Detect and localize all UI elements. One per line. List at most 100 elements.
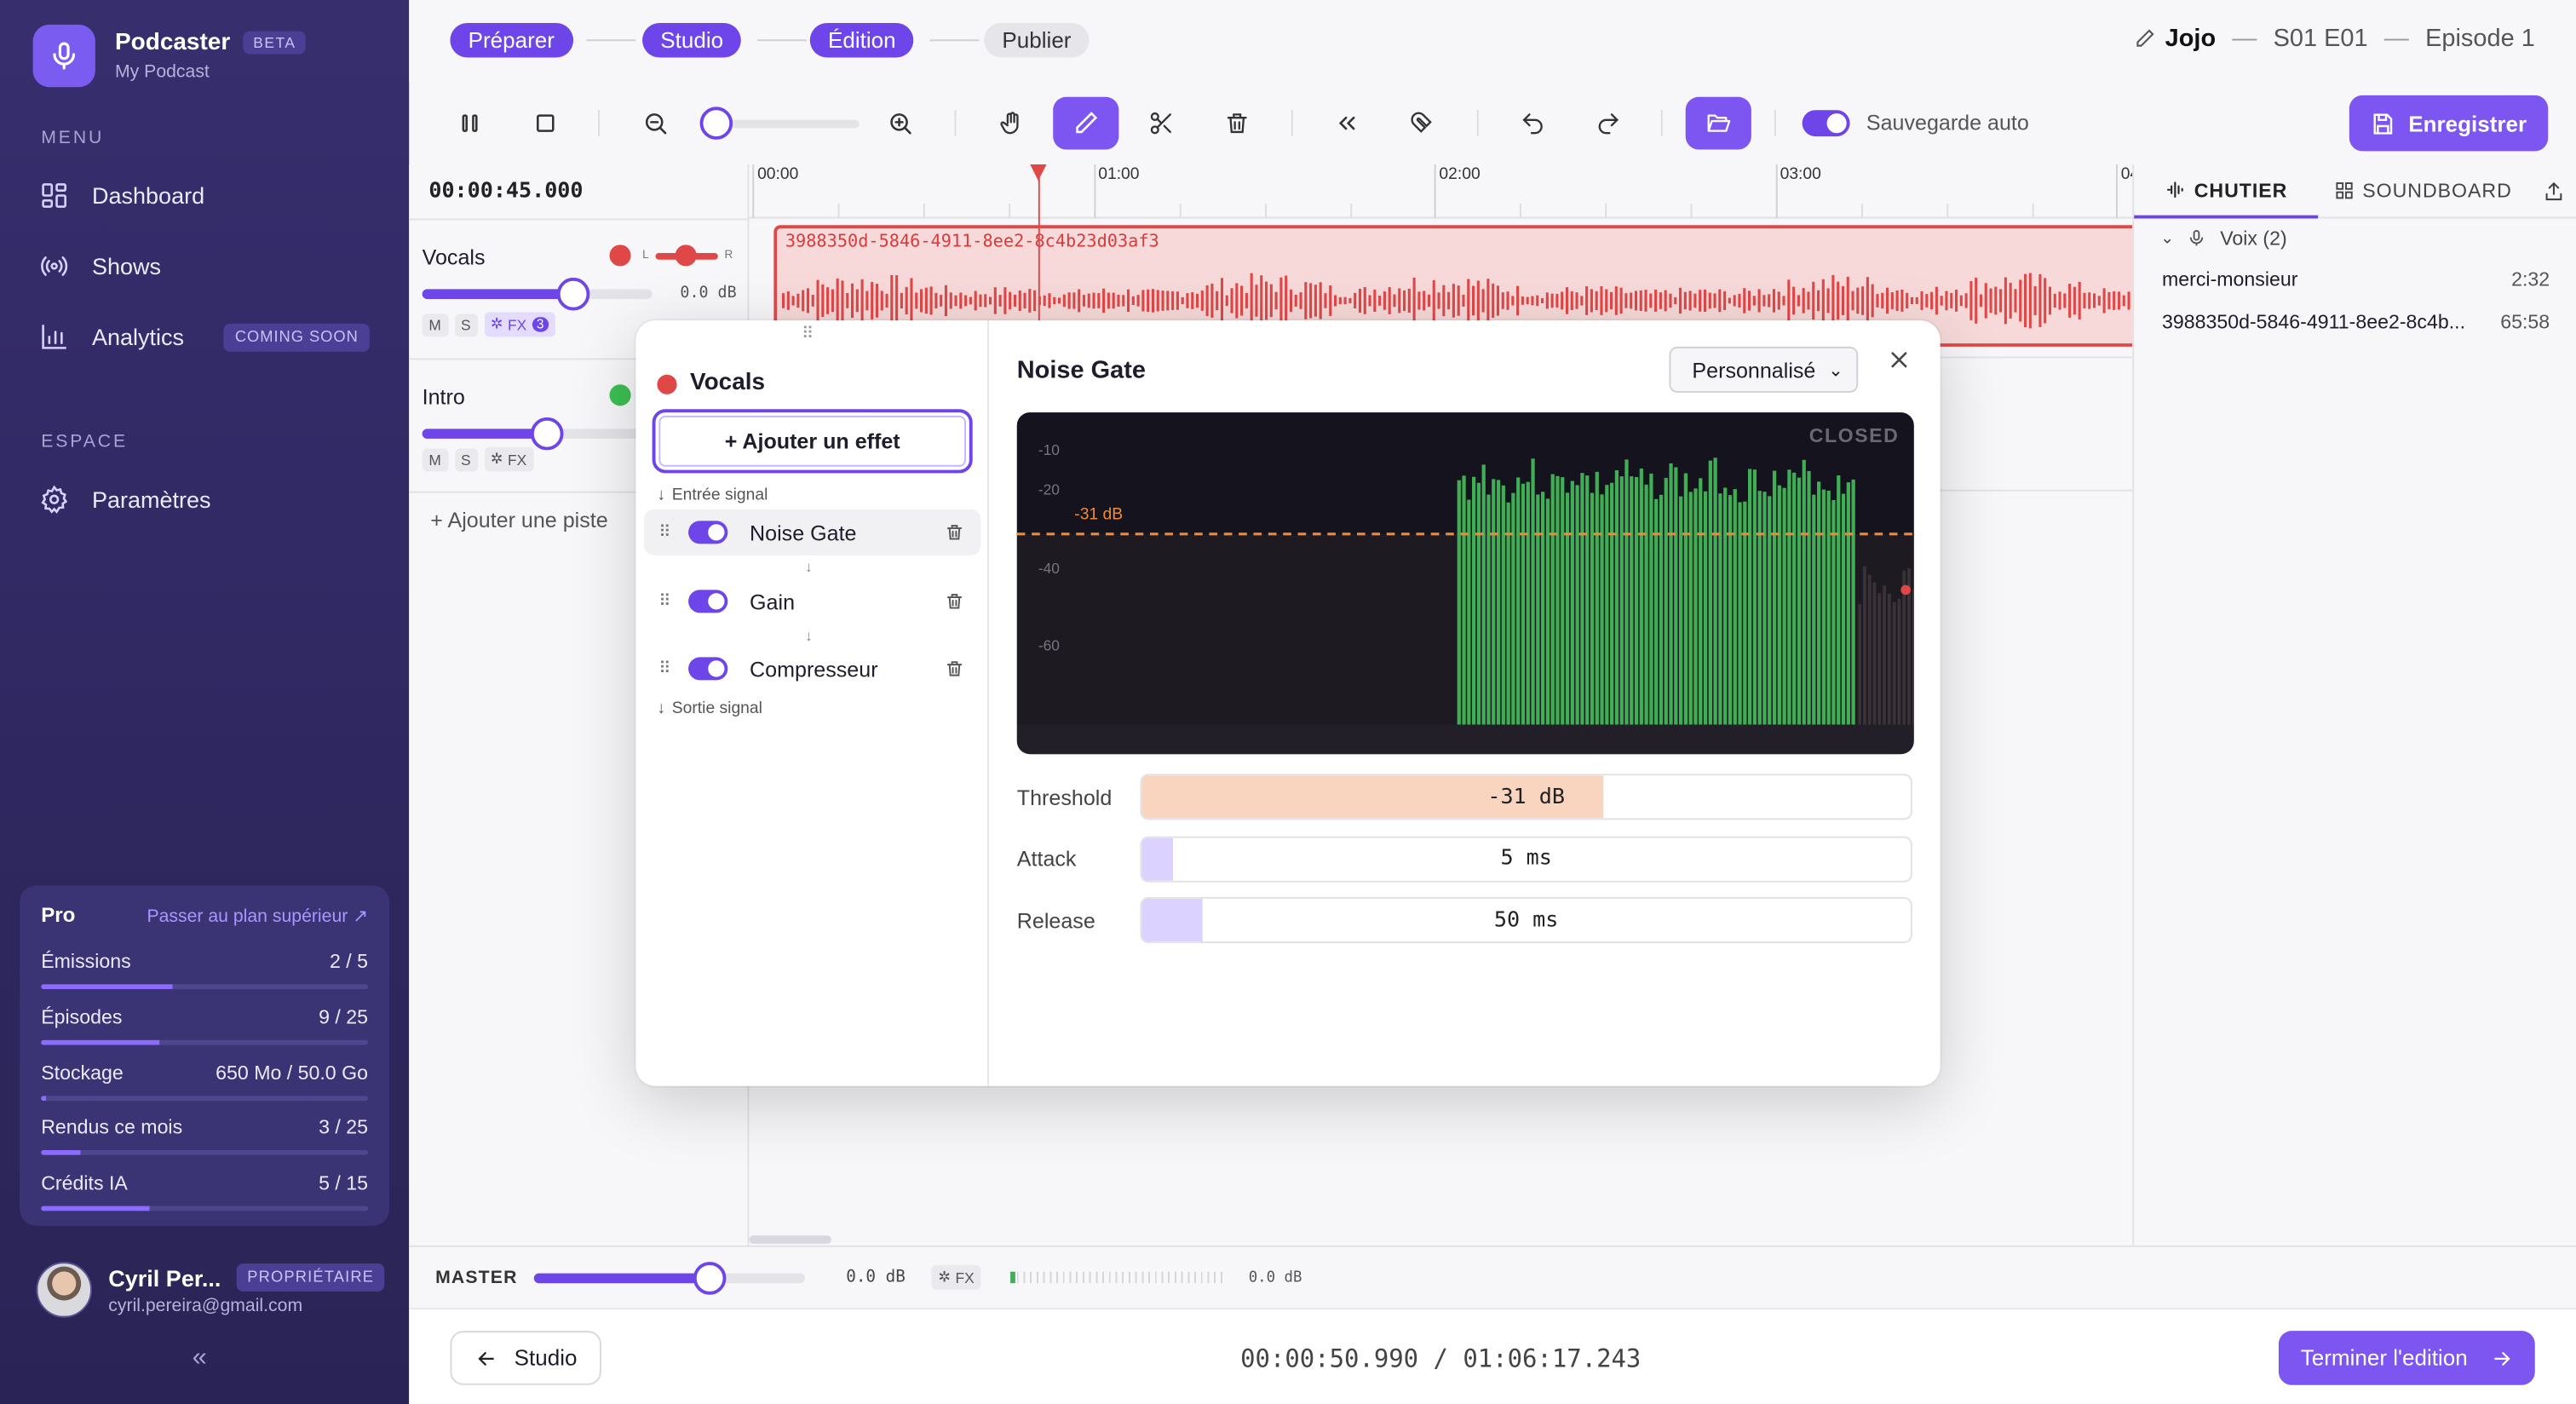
finish-editing-button[interactable]: Terminer l'edition — [2279, 1331, 2535, 1385]
waveform-bar — [1245, 292, 1248, 308]
drag-handle-icon[interactable]: ⠿ — [658, 523, 670, 541]
nav-shows[interactable]: Shows — [39, 251, 161, 281]
level-bar-open — [1540, 492, 1545, 725]
step-publier[interactable]: Publier — [984, 22, 1090, 58]
waveform-bar — [1457, 285, 1460, 316]
effect-gain[interactable]: ⠿ Gain — [644, 578, 980, 624]
hand-tool-button[interactable] — [987, 101, 1037, 147]
waveform-bar — [1407, 288, 1411, 313]
upload-button[interactable] — [2528, 164, 2576, 219]
upgrade-link[interactable]: Passer au plan supérieur ↗ — [147, 906, 368, 927]
pan-handle[interactable] — [675, 245, 697, 267]
cut-tool-button[interactable] — [1137, 101, 1187, 147]
volume-handle[interactable] — [556, 277, 590, 311]
effect-noise-gate[interactable]: ⠿ Noise Gate — [643, 509, 981, 555]
mute-button[interactable]: M — [422, 447, 448, 471]
avatar[interactable] — [36, 1262, 92, 1318]
level-bar-open — [1772, 470, 1777, 725]
save-button[interactable]: Enregistrer — [2349, 95, 2549, 152]
add-track-button[interactable]: + Ajouter une piste — [430, 508, 607, 532]
tab-chutier[interactable]: CHUTIER — [2134, 164, 2319, 219]
autosave-toggle[interactable] — [1802, 110, 1850, 137]
solo-button[interactable]: S — [454, 313, 478, 337]
fx-button[interactable]: ✲ FX 3 — [483, 312, 555, 337]
effect-toggle[interactable] — [688, 521, 728, 544]
trash-icon[interactable] — [945, 659, 964, 678]
collapse-sidebar-button[interactable]: « — [193, 1344, 207, 1374]
solo-button[interactable]: S — [454, 447, 478, 471]
waveform-bar — [781, 293, 785, 308]
delete-button[interactable] — [1212, 101, 1262, 147]
record-arm-button[interactable] — [609, 384, 631, 406]
playhead-handle[interactable] — [1030, 164, 1047, 181]
param-slider[interactable]: 50 ms — [1140, 896, 1912, 943]
drag-handle-icon[interactable]: ⠿ — [658, 659, 670, 677]
ruler-minor-tick — [1264, 204, 1266, 219]
pause-button[interactable] — [446, 101, 495, 147]
waveform-bar — [1136, 295, 1140, 307]
zoom-slider-handle[interactable] — [699, 106, 733, 140]
preset-select[interactable]: Personnalisé ⌄ — [1669, 346, 1859, 393]
effect-toggle[interactable] — [688, 590, 728, 613]
waveform-bar — [1630, 292, 1633, 309]
nav-dashboard[interactable]: Dashboard — [39, 181, 204, 210]
ruler-tick-label: 01:00 — [1098, 165, 1140, 184]
redo-button[interactable] — [1584, 101, 1633, 147]
step-preparer[interactable]: Préparer — [450, 22, 573, 58]
horizontal-scrollbar[interactable] — [749, 1235, 831, 1244]
fx-button[interactable]: ✲ FX — [483, 446, 533, 472]
waveform-bar — [1161, 291, 1164, 311]
level-bar-open — [1536, 494, 1540, 725]
folder-voix[interactable]: ⌄ Voix (2) — [2160, 227, 2287, 250]
master-volume-slider[interactable] — [533, 1273, 805, 1284]
back-to-studio-button[interactable]: Studio — [450, 1331, 602, 1385]
file-item[interactable]: merci-monsieur 2:32 — [2162, 268, 2550, 291]
drag-handle-icon[interactable]: ⠿ — [658, 592, 670, 610]
volume-slider[interactable] — [422, 289, 653, 299]
skip-back-button[interactable] — [1322, 101, 1371, 147]
pencil-icon[interactable] — [2134, 28, 2155, 49]
param-slider[interactable]: 5 ms — [1140, 835, 1912, 882]
master-volume-handle[interactable] — [693, 1262, 727, 1295]
stop-button[interactable] — [520, 101, 570, 147]
plan-card: Pro Passer au plan supérieur ↗ Émissions… — [20, 885, 390, 1226]
add-effect-button[interactable]: + Ajouter un effet — [652, 409, 973, 474]
effect-compressor[interactable]: ⠿ Compresseur — [644, 646, 980, 692]
db-tick-label: -60 — [1038, 637, 1060, 654]
waveform-bar — [1481, 289, 1485, 313]
level-bar-open — [1561, 477, 1565, 725]
trash-icon[interactable] — [945, 522, 964, 542]
edit-tool-button[interactable] — [1053, 96, 1119, 150]
peak-indicator — [1900, 584, 1911, 596]
tab-soundboard[interactable]: SOUNDBOARD — [2318, 164, 2529, 219]
close-button[interactable] — [1886, 347, 1912, 373]
nav-settings[interactable]: Paramètres — [39, 485, 211, 515]
mute-button[interactable]: M — [422, 313, 448, 337]
waveform-bar — [1920, 291, 1923, 310]
app-logo[interactable] — [32, 24, 95, 88]
show-name: Jojo — [2165, 24, 2217, 53]
step-studio[interactable]: Studio — [642, 22, 742, 58]
record-arm-button[interactable] — [609, 245, 631, 267]
zoom-out-button[interactable] — [631, 101, 681, 147]
param-slider[interactable]: -31 dB — [1140, 774, 1912, 820]
level-bar-open — [1837, 475, 1841, 725]
step-edition[interactable]: Édition — [809, 22, 914, 58]
volume-handle[interactable] — [530, 417, 564, 451]
waveform-bar — [1216, 291, 1219, 311]
drag-handle-icon[interactable]: ⠿ — [802, 325, 814, 343]
magnet-button[interactable] — [1398, 101, 1447, 147]
effect-toggle[interactable] — [688, 657, 728, 681]
nav-analytics[interactable]: Analytics COMING SOON — [39, 322, 371, 352]
zoom-in-button[interactable] — [876, 101, 925, 147]
trash-icon[interactable] — [945, 591, 964, 611]
master-fx-button[interactable]: ✲ FX — [931, 1264, 981, 1290]
quota-bar — [41, 1205, 368, 1211]
open-folder-button[interactable] — [1685, 96, 1751, 150]
waveform-bar — [1678, 287, 1682, 314]
undo-button[interactable] — [1508, 101, 1557, 147]
quota-fill — [41, 1150, 81, 1156]
level-bar-open — [1585, 475, 1590, 725]
waveform-bar — [1531, 296, 1534, 306]
file-item[interactable]: 3988350d-5846-4911-8ee2-8c4b... 65:58 — [2162, 310, 2550, 333]
